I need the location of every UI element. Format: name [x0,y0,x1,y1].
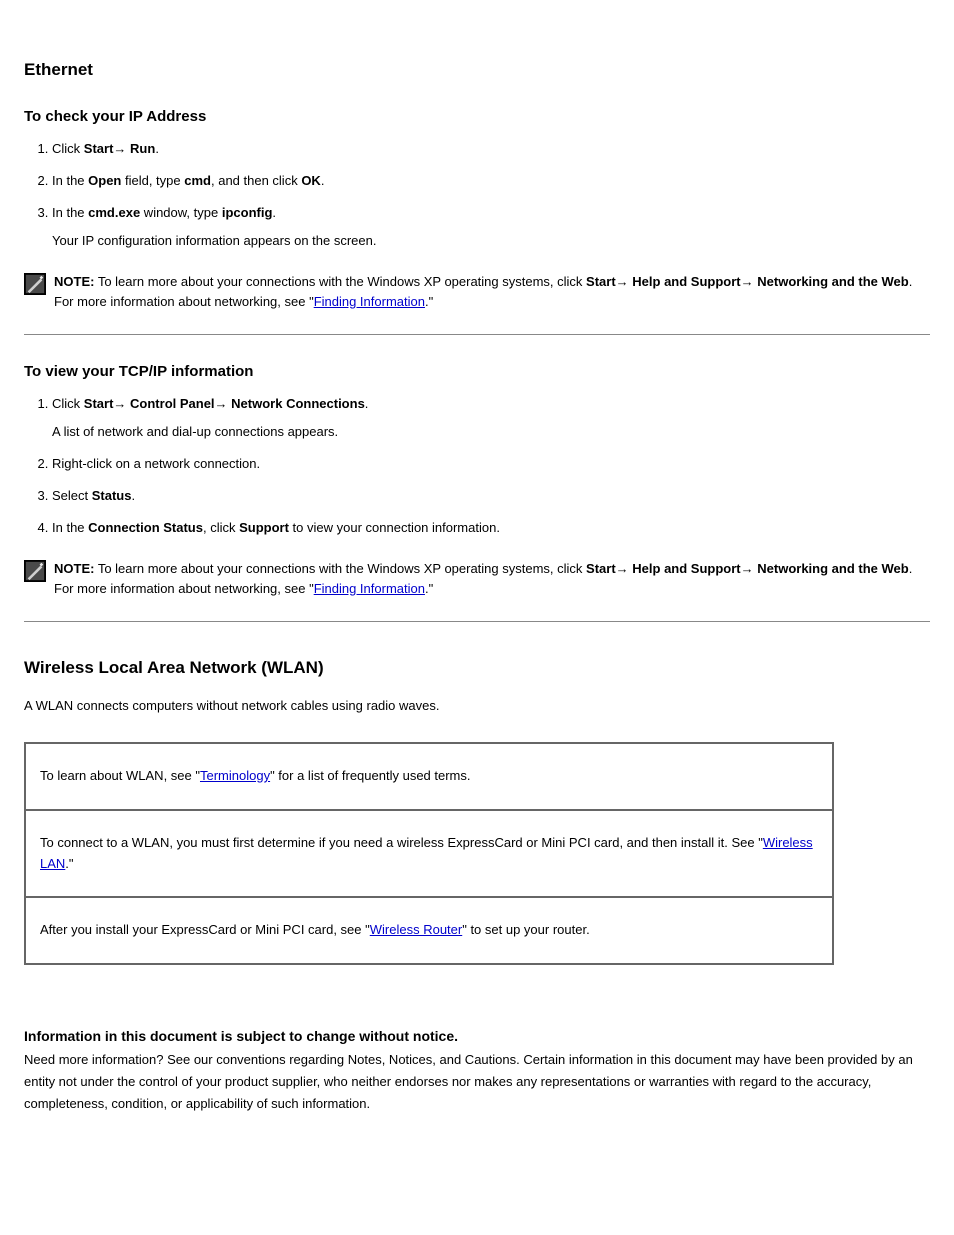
step-text: In the Open field, type cmd, and then cl… [52,173,324,188]
note-span: ." [425,581,433,596]
wlan-table: To learn about WLAN, see "Terminology" f… [24,742,834,965]
note-block: NOTE: To learn more about your connectio… [24,559,930,599]
subsection-check-ip: To check your IP Address [24,108,930,125]
step-item: Select Status. [52,486,930,506]
note-span: → [616,274,633,289]
step-text: Select Status. [52,488,135,503]
note-span: → [741,274,754,289]
link-terminology[interactable]: Terminology [200,768,270,783]
steps-list-tcpip: Click Start→ Control Panel→ Network Conn… [24,394,930,539]
note-text: NOTE: To learn more about your connectio… [54,272,930,312]
table-row: To connect to a WLAN, you must first det… [25,810,833,898]
step-text: Click Start→ Run. [52,141,159,156]
cell-text-pre: To connect to a WLAN, you must first det… [40,835,763,850]
note-label: NOTE: [54,561,94,576]
note-span: To learn more about your connections wit… [94,274,586,289]
note-bold: Networking and the Web [757,561,908,576]
note-span: → [741,561,754,576]
note-bold: Help and Support [632,561,740,576]
subsection-view-tcpip: To view your TCP/IP information [24,363,930,380]
note-icon [24,273,46,295]
footer-heading: Information in this document is subject … [24,1025,930,1049]
footer-note: Information in this document is subject … [24,1025,930,1115]
document-page: Ethernet To check your IP Address Click … [0,0,954,1139]
note-text: NOTE: To learn more about your connectio… [54,559,930,599]
section-wlan-heading: Wireless Local Area Network (WLAN) [24,658,930,678]
link-finding-information[interactable]: Finding Information [314,294,425,309]
steps-list-check-ip: Click Start→ Run. In the Open field, typ… [24,139,930,252]
step-item: Click Start→ Control Panel→ Network Conn… [52,394,930,442]
cell-text-pre: To learn about WLAN, see " [40,768,200,783]
note-label: NOTE: [54,274,94,289]
step-item: Click Start→ Run. [52,139,930,159]
cell-text-post: " to set up your router. [462,922,589,937]
note-span: To learn more about your connections wit… [94,561,586,576]
table-row: To learn about WLAN, see "Terminology" f… [25,743,833,810]
table-row: After you install your ExpressCard or Mi… [25,897,833,964]
note-bold: Start [586,274,616,289]
note-block: NOTE: To learn more about your connectio… [24,272,930,312]
note-bold: Networking and the Web [757,274,908,289]
step-item: Right-click on a network connection. [52,454,930,474]
note-span: ." [425,294,433,309]
link-wireless-router[interactable]: Wireless Router [370,922,462,937]
footer-body: Need more information? See our conventio… [24,1049,930,1115]
step-extra-text: A list of network and dial-up connection… [52,422,930,442]
link-finding-information[interactable]: Finding Information [314,581,425,596]
note-icon [24,560,46,582]
section-ethernet-heading: Ethernet [24,60,930,80]
note-bold: Help and Support [632,274,740,289]
step-text: In the cmd.exe window, type ipconfig. [52,205,276,220]
separator [24,334,930,335]
step-text: Right-click on a network connection. [52,456,260,471]
cell-text-post: " for a list of frequently used terms. [270,768,470,783]
note-bold: Start [586,561,616,576]
step-item: In the Connection Status, click Support … [52,518,930,538]
step-text: In the Connection Status, click Support … [52,520,500,535]
separator [24,621,930,622]
step-item: In the cmd.exe window, type ipconfig. Yo… [52,203,930,251]
cell-text-pre: After you install your ExpressCard or Mi… [40,922,370,937]
wlan-intro-paragraph: A WLAN connects computers without networ… [24,696,930,716]
step-text: Click Start→ Control Panel→ Network Conn… [52,396,368,411]
step-extra-text: Your IP configuration information appear… [52,231,930,251]
step-item: In the Open field, type cmd, and then cl… [52,171,930,191]
note-span: → [616,561,633,576]
cell-text-post: ." [65,856,73,871]
